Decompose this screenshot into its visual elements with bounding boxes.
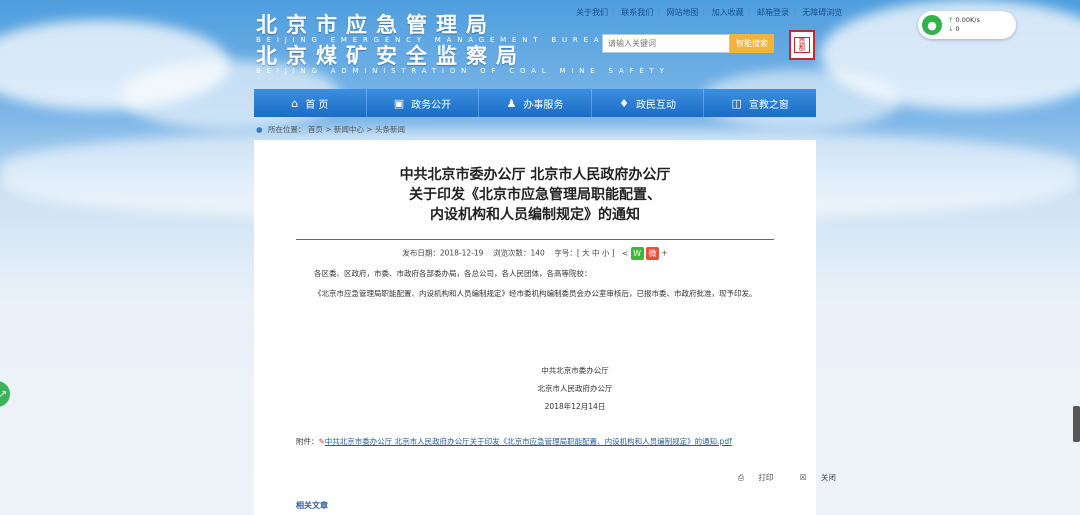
search-button[interactable]: 智能搜索 (730, 34, 774, 53)
print-icon: ⎙ (738, 473, 744, 482)
salutation: 各区委、区政府，市委、市政府各部委办局，各总公司，各人民团体，各高等院校： (314, 269, 592, 278)
close-button[interactable]: ☒ 关闭 (788, 473, 836, 482)
article-meta: 发布日期：2018-12-19 浏览次数：140 字号：[ 大 中 小 ] < … (402, 247, 668, 260)
top-link-accessibility[interactable]: 无障碍浏览 (802, 8, 842, 17)
wifi-icon: ● (922, 15, 942, 35)
person-icon: ♟ (506, 96, 517, 110)
font-size-switch[interactable]: 字号：[ 大 中 小 ] (554, 249, 614, 258)
top-link-about[interactable]: 关于我们 (576, 8, 608, 17)
upload-speed: 0.00K/s (955, 16, 980, 24)
close-icon: ☒ (799, 473, 807, 482)
nav-item-home[interactable]: ⌂ 首 页 (254, 89, 367, 117)
capital-window-seal-icon[interactable]: 首都 (789, 30, 815, 60)
network-speed-widget[interactable]: ● ↑ 0.00K/s ↓ 0 (918, 11, 1016, 39)
download-speed: 0 (955, 25, 960, 33)
attachment: 附件：✎中共北京市委办公厅 北京市人民政府办公厅关于印发《北京市应急管理局职能配… (296, 437, 732, 446)
sign-date: 2018年12月14日 (544, 402, 606, 411)
home-icon: ⌂ (291, 96, 299, 110)
handshake-icon: ♦ (619, 96, 630, 110)
divider (296, 239, 774, 240)
top-link-mail[interactable]: 邮箱登录 (757, 8, 789, 17)
logo-title-en-2: BEIJING ADMINISTRATION OF COAL MINE SAFE… (256, 67, 670, 75)
publish-date: 2018-12-19 (439, 248, 484, 258)
related-articles-heading: 相关文章 (296, 501, 328, 510)
logo-title-cn-2: 北京煤矿安全监察局 (256, 43, 526, 68)
article-panel: 中共北京市委办公厅 北京市人民政府办公厅 关于印发《北京市应急管理局职能配置、 … (254, 140, 836, 515)
article-paragraph: 《北京市应急管理局职能配置、内设机构和人员编制规定》经市委机构编制委员会办公室审… (314, 289, 757, 298)
view-count: 140 (530, 248, 545, 258)
nav-item-services[interactable]: ♟ 办事服务 (479, 89, 592, 117)
wechat-share-icon[interactable]: W (630, 247, 644, 260)
top-link-favorite[interactable]: 加入收藏 (712, 8, 744, 17)
article-tools: ⎙ 打印 ☒ 关闭 (714, 472, 836, 483)
more-share-icon[interactable]: + (661, 249, 667, 258)
weibo-share-icon[interactable]: 微 (645, 247, 659, 260)
main-nav: ⌂ 首 页 ▣ 政务公开 ♟ 办事服务 ♦ 政民互动 ◫ 宣教之窗 (254, 89, 816, 117)
top-links: 关于我们 | 联系我们 | 网站地图 | 加入收藏 | 邮箱登录 | 无障碍浏览 (576, 8, 843, 17)
logo-title-cn-1: 北京市应急管理局 (256, 12, 496, 37)
top-link-contact[interactable]: 联系我们 (621, 8, 653, 17)
scrollbar-thumb[interactable] (1073, 406, 1080, 442)
search-input[interactable] (602, 34, 730, 53)
signer-gov-office: 北京市人民政府办公厅 (537, 384, 613, 393)
nav-item-interaction[interactable]: ♦ 政民互动 (592, 89, 705, 117)
side-floating-button[interactable]: ↗ (0, 381, 10, 407)
article-title: 中共北京市委办公厅 北京市人民政府办公厅 关于印发《北京市应急管理局职能配置、 … (399, 167, 671, 223)
search-bar: 智能搜索 (602, 34, 774, 53)
print-button[interactable]: ⎙ 打印 (726, 473, 773, 482)
breadcrumb-headline[interactable]: 头条新闻 (375, 125, 405, 134)
site-logo[interactable]: 北京市应急管理局 BEIJING EMERGENCY MANAGEMENT BU… (256, 12, 670, 80)
attachment-link[interactable]: 中共北京市委办公厅 北京市人民政府办公厅关于印发《北京市应急管理局职能配置、内设… (325, 437, 732, 446)
monitor-icon: ▣ (393, 96, 405, 110)
signer-party-office: 中共北京市委办公厅 (541, 366, 609, 375)
top-link-sitemap[interactable]: 网站地图 (667, 8, 699, 17)
nav-item-education[interactable]: ◫ 宣教之窗 (704, 89, 816, 117)
screen-icon: ◫ (731, 96, 742, 110)
share-icon[interactable]: < (622, 249, 628, 258)
location-pin-icon: ● (256, 125, 263, 134)
breadcrumb-home[interactable]: 首页 (308, 125, 323, 134)
breadcrumb-news[interactable]: 新闻中心 (334, 125, 364, 134)
nav-item-gov-affairs[interactable]: ▣ 政务公开 (367, 89, 480, 117)
breadcrumb: ● 所在位置： 首页 > 新闻中心 > 头条新闻 (256, 125, 405, 134)
